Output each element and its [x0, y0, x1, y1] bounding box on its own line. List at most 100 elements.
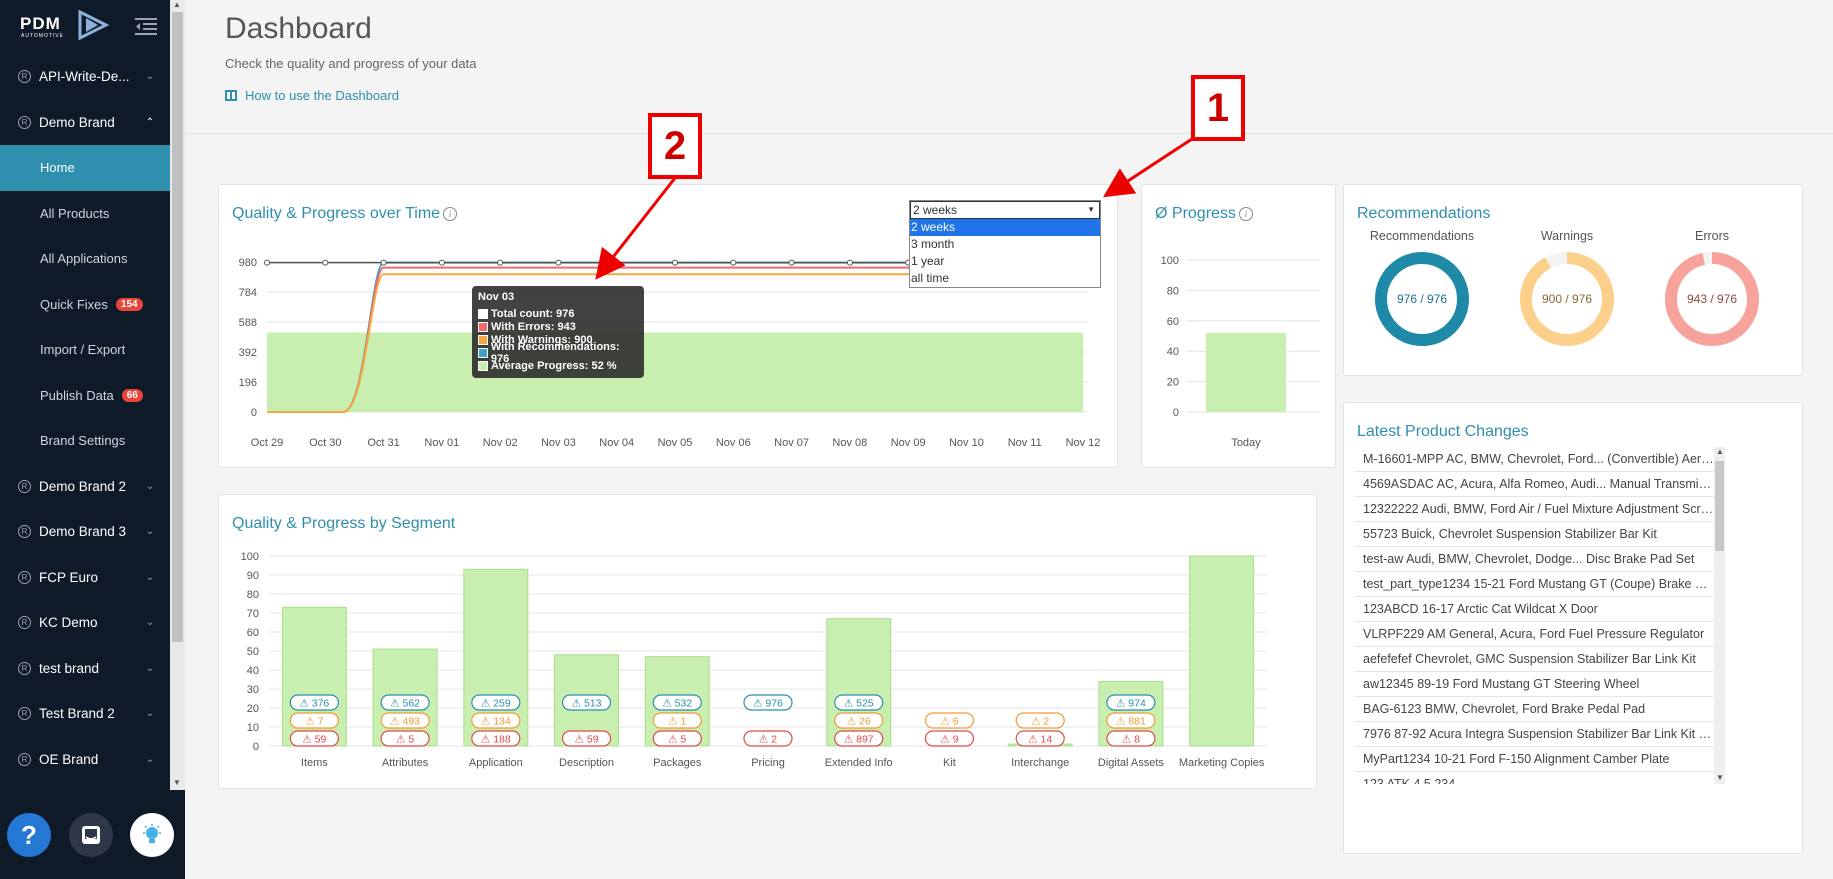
sidebar-item-all-products[interactable]: All Products [0, 191, 170, 237]
list-item[interactable]: 123 ATK 4.5 234 [1355, 772, 1714, 784]
list-item[interactable]: 4569ASDAC AC, Acura, Alfa Romeo, Audi...… [1355, 472, 1714, 497]
sidebar-scroll-thumb[interactable] [172, 12, 183, 642]
caret-down-icon: ▼ [1087, 205, 1095, 214]
svg-text:⚠ 513: ⚠ 513 [572, 698, 602, 710]
x-tick-label: Nov 06 [716, 437, 751, 449]
list-item[interactable]: test_part_type1234 15-21 Ford Mustang GT… [1355, 572, 1714, 597]
sidebar-item-test-brand-2[interactable]: R Test Brand 2 ⌄ [0, 691, 170, 737]
list-item[interactable]: aw12345 89-19 Ford Mustang GT Steering W… [1355, 672, 1714, 697]
time-range-option[interactable]: 3 month [910, 236, 1100, 253]
sidebar-item-demo-brand-3[interactable]: R Demo Brand 3 ⌄ [0, 509, 170, 555]
chevron-down-icon: ⌄ [145, 571, 155, 583]
y-tick-label: 196 [239, 377, 257, 389]
sidebar-item-publish-data[interactable]: Publish Data 66 [0, 373, 170, 419]
svg-text:⚠ 493: ⚠ 493 [390, 716, 420, 728]
y-tick-label: 60 [1167, 316, 1179, 328]
badge-errors: ⚠ 5 [380, 730, 430, 747]
x-tick-label: Digital Assets [1098, 757, 1165, 769]
donut-chart: 900 / 976 [1520, 252, 1614, 346]
sidebar-item-test-brand[interactable]: Rtest brand ⌄ [0, 646, 170, 692]
total-count-point[interactable] [438, 259, 445, 266]
time-range-select[interactable]: 2 weeks ▼ [910, 201, 1100, 219]
scroll-up-icon[interactable]: ▲ [173, 0, 181, 9]
time-range-option[interactable]: all time [910, 270, 1100, 287]
progress-bar[interactable] [1206, 332, 1286, 412]
x-tick-label: Application [469, 757, 523, 769]
list-item[interactable]: 123ABCD 16-17 Arctic Cat Wildcat X Door [1355, 597, 1714, 622]
scroll-up-icon[interactable]: ▲ [1716, 447, 1724, 456]
ideas-button[interactable] [130, 813, 174, 857]
sidebar-item-oe-brand[interactable]: R OE Brand ⌄ [0, 737, 170, 783]
sidebar-item-demo-brand-2[interactable]: R Demo Brand 2 ⌄ [0, 464, 170, 510]
y-tick-label: 20 [1167, 377, 1179, 389]
svg-text:⚠ 188: ⚠ 188 [481, 734, 511, 746]
svg-text:⚠ 259: ⚠ 259 [481, 698, 511, 710]
help-button[interactable]: ? [7, 813, 51, 857]
x-tick-label: Nov 10 [949, 437, 984, 449]
sidebar-scrollbar[interactable]: ▲ ▼ [170, 0, 185, 790]
sidebar-item-import-export[interactable]: Import / Export [0, 327, 170, 373]
sidebar-item-home[interactable]: Home [0, 145, 170, 191]
segment-card: Quality & Progress by Segment 0 10 20 30 40 5… [218, 494, 1317, 789]
total-count-point[interactable] [264, 259, 270, 266]
list-item[interactable]: 7976 87-92 Acura Integra Suspension Stab… [1355, 722, 1714, 747]
time-range-dropdown[interactable]: 2 weeks ▼ 2 weeks 3 month 1 year all time [909, 200, 1101, 288]
total-count-point[interactable] [672, 259, 678, 266]
series-area-average-progress [267, 332, 1083, 412]
total-count-point[interactable] [730, 259, 737, 266]
list-item[interactable]: M-16601-MPP AC, BMW, Chevrolet, Ford... … [1355, 447, 1714, 472]
x-tick-label: Interchange [1011, 757, 1069, 769]
y-tick-label: 100 [241, 551, 259, 563]
chat-button[interactable] [69, 813, 113, 857]
total-count-point[interactable] [613, 259, 620, 266]
x-tick-label: Description [559, 757, 614, 769]
total-count-point[interactable] [788, 259, 795, 266]
y-tick-label: 0 [251, 407, 257, 419]
sidebar-item-brand-settings[interactable]: Brand Settings [0, 418, 170, 464]
sidebar-item-api-write-de[interactable]: R API-Write-De... ⌄ [0, 54, 170, 100]
how-to-link[interactable]: How to use the Dashboard [225, 88, 399, 103]
list-scrollbar[interactable]: ▲ ▼ [1714, 447, 1725, 784]
list-item[interactable]: VLRPF229 AM General, Acura, Ford Fuel Pr… [1355, 622, 1714, 647]
latest-changes-list: M-16601-MPP AC, BMW, Chevrolet, Ford... … [1355, 447, 1714, 784]
badge-warnings: ⚠ 6 [924, 712, 975, 729]
total-count-point[interactable] [322, 259, 329, 266]
total-count-point[interactable] [497, 259, 504, 266]
badge-errors: ⚠ 8 [1106, 730, 1156, 747]
total-count-point[interactable] [380, 259, 387, 266]
scroll-down-icon[interactable]: ▼ [1716, 773, 1724, 782]
time-range-option[interactable]: 2 weeks [910, 219, 1100, 236]
svg-text:⚠ 59: ⚠ 59 [575, 734, 599, 746]
registered-icon: R [18, 616, 31, 630]
svg-text:⚠ 525: ⚠ 525 [844, 698, 874, 710]
sidebar-item-all-applications[interactable]: All Applications [0, 236, 170, 282]
segment-bar[interactable] [1189, 555, 1255, 747]
list-item[interactable]: MyPart1234 10-21 Ford F-150 Alignment Ca… [1355, 747, 1714, 772]
total-count-point[interactable] [846, 259, 853, 266]
sidebar-item-demo-brand[interactable]: R Demo Brand ⌃ [0, 100, 170, 146]
chevron-down-icon: ⌄ [145, 662, 155, 674]
badge-errors: ⚠ 14 [1015, 730, 1065, 747]
svg-text:⚠ 562: ⚠ 562 [390, 698, 420, 710]
list-scroll-thumb[interactable] [1715, 461, 1724, 551]
list-item[interactable]: BAG-6123 BMW, Chevrolet, Ford Brake Peda… [1355, 697, 1714, 722]
list-item[interactable]: 12322222 Audi, BMW, Ford Air / Fuel Mixt… [1355, 497, 1714, 522]
pdm-logo[interactable]: PDM AUTOMOTIVE [20, 10, 150, 44]
sidebar-item-kc-demo[interactable]: R KC Demo ⌄ [0, 600, 170, 646]
list-item[interactable]: test-aw Audi, BMW, Chevrolet, Dodge... D… [1355, 547, 1714, 572]
badge-warnings: ⚠ 134 [471, 712, 521, 729]
sidebar-item-fcp-euro[interactable]: R FCP Euro ⌄ [0, 555, 170, 601]
list-item[interactable]: aefefefef Chevrolet, GMC Suspension Stab… [1355, 647, 1714, 672]
segment-chart: 0 10 20 30 40 50 60 70 80 90 100 Items ⚠ 59 ⚠ 7 ⚠ 376 A… [241, 551, 1267, 769]
menu-collapse-icon[interactable] [135, 16, 157, 36]
scroll-down-icon[interactable]: ▼ [173, 778, 181, 787]
latest-changes-card: Latest Product Changes M-16601-MPP AC, B… [1343, 402, 1803, 854]
chevron-down-icon: ⌄ [145, 617, 155, 629]
sidebar-item-quick-fixes[interactable]: Quick Fixes 154 [0, 282, 170, 328]
total-count-point[interactable] [555, 259, 562, 266]
donut-chart: 976 / 976 [1375, 252, 1469, 346]
time-range-option[interactable]: 1 year [910, 253, 1100, 270]
x-tick-label: Oct 30 [309, 437, 341, 449]
list-item[interactable]: 55723 Buick, Chevrolet Suspension Stabil… [1355, 522, 1714, 547]
svg-text:⚠ 881: ⚠ 881 [1116, 716, 1146, 728]
